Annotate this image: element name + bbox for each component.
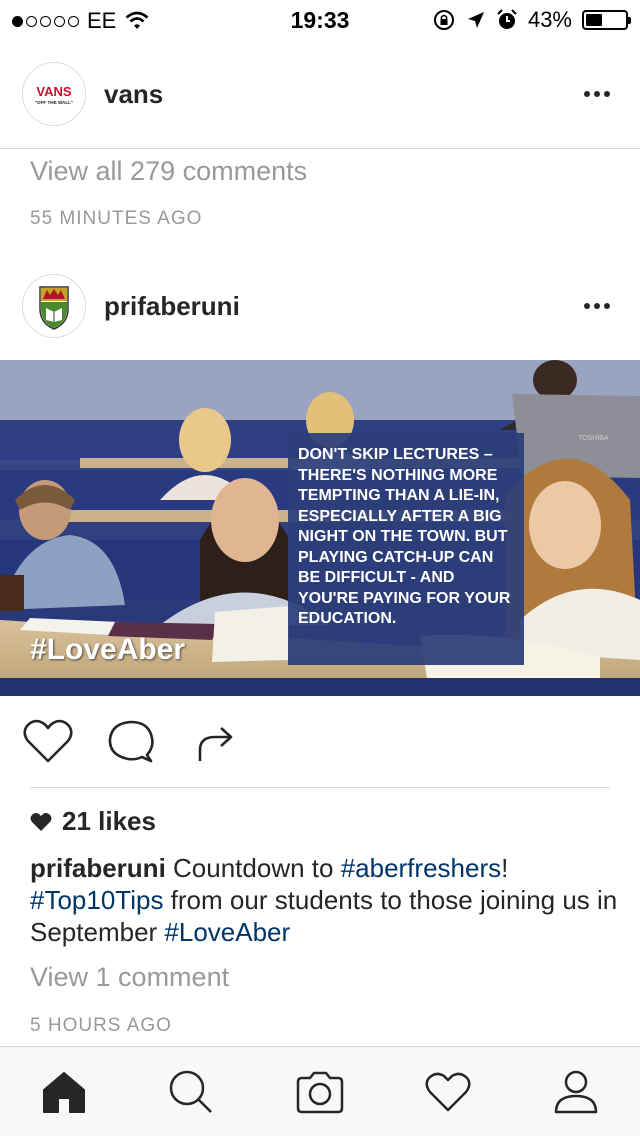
camera-icon (296, 1071, 344, 1114)
university-crest-icon (39, 286, 69, 330)
likes-count[interactable]: 21 likes (30, 806, 156, 837)
heart-icon (23, 719, 73, 763)
comment-icon (108, 720, 154, 763)
more-options-icon[interactable] (584, 303, 610, 309)
heart-filled-icon (30, 812, 52, 831)
caption-username[interactable]: prifaberuni (30, 853, 166, 883)
view-all-comments-link[interactable]: View all 279 comments (30, 156, 307, 187)
rotation-lock-icon (433, 10, 454, 30)
battery-percent: 43% (527, 7, 572, 32)
hashtag-link[interactable]: #Top10Tips (30, 885, 163, 915)
status-right: 43% (432, 7, 631, 33)
tab-profile[interactable] (546, 1067, 606, 1117)
likes-label: 21 likes (62, 806, 156, 836)
status-bar: EE 19:33 43% (0, 0, 640, 40)
divider (30, 787, 610, 788)
vans-logo-subtext: "OFF THE WALL" (35, 100, 73, 105)
activity-heart-icon (425, 1072, 471, 1112)
battery-icon (582, 10, 631, 30)
view-comment-link[interactable]: View 1 comment (30, 962, 229, 993)
avatar-vans[interactable]: VANS "OFF THE WALL" (22, 62, 86, 126)
more-options-icon[interactable] (584, 91, 610, 97)
tab-camera[interactable] (290, 1067, 350, 1117)
username-vans[interactable]: vans (104, 79, 163, 110)
avatar-prifaberuni[interactable] (22, 274, 86, 338)
post-timestamp: 55 MINUTES AGO (30, 208, 203, 229)
tip-text-box: DON'T SKIP LECTURES – THERE'S NOTHING MO… (288, 433, 524, 665)
vans-logo-text: VANS (36, 84, 71, 99)
tab-activity[interactable] (418, 1067, 478, 1117)
share-icon (198, 727, 233, 761)
bottom-tab-bar (0, 1046, 640, 1136)
location-icon (467, 12, 484, 28)
post-caption: prifaberuni Countdown to #aberfreshers! … (30, 852, 620, 948)
tab-search[interactable] (161, 1067, 221, 1117)
caption-text: Countdown to (165, 853, 341, 883)
username-prifaberuni[interactable]: prifaberuni (104, 291, 240, 322)
post-header-prifaberuni: prifaberuni (0, 258, 640, 354)
like-button[interactable] (21, 714, 75, 768)
comment-button[interactable] (104, 714, 158, 768)
caption-text: ! (501, 853, 509, 883)
post-timestamp: 5 HOURS AGO (30, 1015, 172, 1036)
share-button[interactable] (188, 714, 242, 768)
alarm-icon (497, 9, 517, 29)
search-icon (169, 1070, 212, 1113)
hashtag-link[interactable]: #aberfreshers (341, 853, 501, 883)
hashtag-link[interactable]: #LoveAber (164, 917, 290, 947)
divider (0, 148, 640, 149)
home-icon (43, 1072, 85, 1113)
tab-home[interactable] (34, 1067, 94, 1117)
post-header-vans: VANS "OFF THE WALL" vans (0, 46, 640, 142)
image-hashtag: #LoveAber (30, 633, 186, 666)
post-actions (0, 714, 640, 774)
laptop-brand: TOSHIBA (578, 435, 609, 442)
vans-logo: VANS "OFF THE WALL" (31, 84, 77, 105)
profile-icon (554, 1070, 598, 1114)
